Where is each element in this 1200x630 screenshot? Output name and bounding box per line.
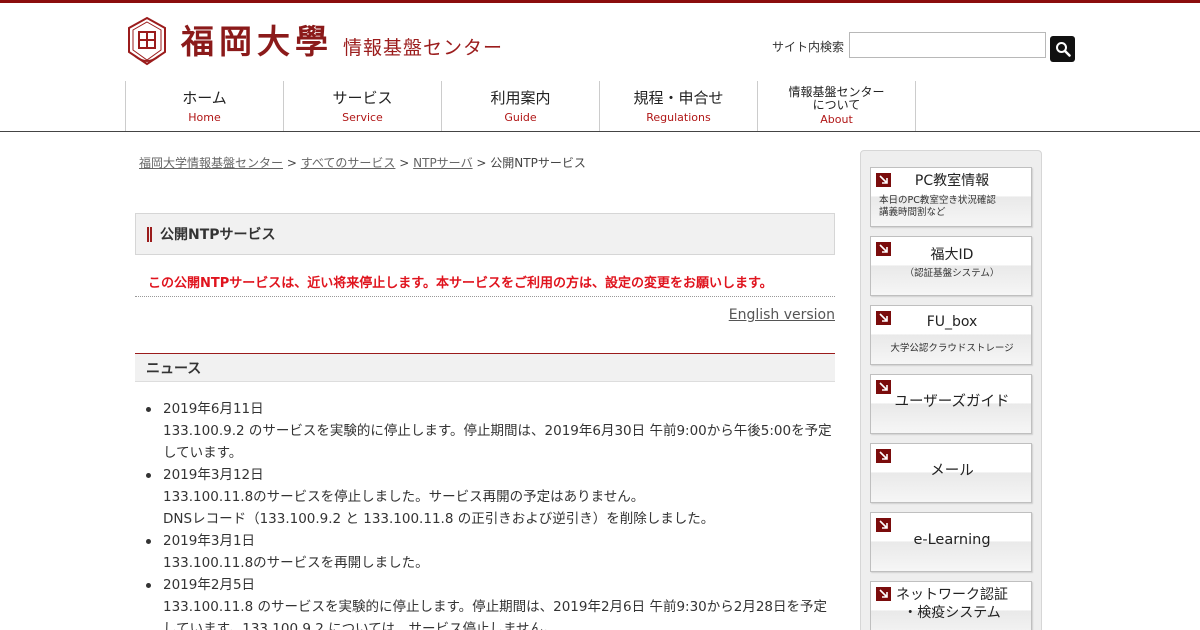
banner-title: ネットワーク認証 ・検疫システム <box>896 587 1008 621</box>
banner-title: PC教室情報 <box>914 173 990 189</box>
english-link-row: English version <box>135 307 835 323</box>
search-input[interactable] <box>849 32 1046 58</box>
main-content: 公開NTPサービス この公開NTPサービスは、近い将来停止します。本サービスをご… <box>135 213 835 630</box>
banner-subtitle: （認証基盤システム） <box>904 268 1000 279</box>
banner-fu-box[interactable]: FU_box 大学公認クラウドストレージ <box>870 305 1032 365</box>
news-item: 2019年3月12日 133.100.11.8のサービスを停止しました。サービス… <box>146 464 835 530</box>
breadcrumb-link-ntp[interactable]: NTPサーバ <box>413 156 472 170</box>
news-heading: ニュース <box>135 353 835 382</box>
banner-subtitle-line: 講義時間割など <box>879 207 946 219</box>
nav-regulations[interactable]: 規程・申合せ Regulations <box>600 81 758 131</box>
news-text: DNSレコード（133.100.9.2 と 133.100.11.8 の正引きお… <box>163 511 715 527</box>
breadcrumb-current: 公開NTPサービス <box>490 156 586 170</box>
site-logo[interactable]: 福岡大學 情報基盤センター <box>125 16 503 66</box>
nav-sublabel: Service <box>342 110 383 124</box>
arrow-down-right-icon <box>876 449 891 463</box>
news-item: 2019年6月11日 133.100.9.2 のサービスを実験的に停止します。停… <box>146 398 835 464</box>
banner-subtitle-line: 本日のPC教室空き状況確認 <box>879 195 996 206</box>
breadcrumb-separator: > <box>399 156 410 170</box>
arrow-down-right-icon <box>876 518 891 532</box>
banner-title: 福大ID <box>930 247 974 263</box>
breadcrumb-link-services[interactable]: すべてのサービス <box>301 156 396 170</box>
banner-mail[interactable]: メール <box>870 443 1032 503</box>
banner-e-learning[interactable]: e-Learning <box>870 512 1032 572</box>
news-list: 2019年6月11日 133.100.9.2 のサービスを実験的に停止します。停… <box>135 398 835 630</box>
news-date: 2019年3月1日 <box>163 533 256 549</box>
nav-label: ホーム <box>182 88 227 107</box>
page-title-box: 公開NTPサービス <box>135 213 835 255</box>
nav-label: サービス <box>332 88 393 107</box>
news-item: 2019年2月5日 133.100.11.8 のサービスを実験的に停止します。停… <box>146 574 835 630</box>
site-header: 福岡大學 情報基盤センター サイト内検索 ホーム Home サービス Servi… <box>0 3 1200 132</box>
search-label: サイト内検索 <box>772 40 845 54</box>
nav-sublabel: About <box>820 112 853 126</box>
magnifier-icon <box>1055 42 1071 57</box>
banner-users-guide[interactable]: ユーザーズガイド <box>870 374 1032 434</box>
news-text: 133.100.11.8のサービスを停止しました。サービス再開の予定はありません… <box>163 489 645 505</box>
banner-title: ユーザーズガイド <box>894 394 1010 410</box>
banner-title: e-Learning <box>913 532 991 548</box>
banner-fukudai-id[interactable]: 福大ID （認証基盤システム） <box>870 236 1032 296</box>
news-text: 133.100.9.2 のサービスを実験的に停止します。停止期間は、2019年6… <box>163 423 832 439</box>
news-text: 133.100.11.8 のサービスを実験的に停止します。停止期間は、2019年… <box>163 599 828 615</box>
banner-title: FU_box <box>926 314 978 330</box>
nav-about[interactable]: 情報基盤センター について About <box>758 81 916 131</box>
main-nav: ホーム Home サービス Service 利用案内 Guide 規程・申合せ … <box>125 81 916 131</box>
news-date: 2019年6月11日 <box>163 401 264 417</box>
nav-sublabel: Regulations <box>646 110 711 124</box>
banner-title: メール <box>930 463 974 479</box>
nav-label: 規程・申合せ <box>633 88 724 107</box>
breadcrumb-link-home[interactable]: 福岡大学情報基盤センター <box>139 156 283 170</box>
nav-home[interactable]: ホーム Home <box>126 81 284 131</box>
page-title: 公開NTPサービス <box>160 227 276 243</box>
search-button[interactable] <box>1050 36 1075 62</box>
news-text: しています。 <box>163 445 243 461</box>
nav-sublabel: Home <box>188 110 221 124</box>
english-version-link[interactable]: English version <box>729 307 835 323</box>
news-text: しています。133.100.9.2 については、サービス停止しません。 <box>163 621 557 630</box>
banner-subtitle: 大学公認クラウドストレージ <box>890 343 1014 354</box>
arrow-down-right-icon <box>876 380 891 394</box>
nav-guide[interactable]: 利用案内 Guide <box>442 81 600 131</box>
breadcrumb: 福岡大学情報基盤センター > すべてのサービス > NTPサーバ > 公開NTP… <box>139 154 586 171</box>
news-date: 2019年3月12日 <box>163 467 264 483</box>
news-item: 2019年3月1日 133.100.11.8のサービスを再開しました。 <box>146 530 835 574</box>
nav-sublabel: Guide <box>504 110 537 124</box>
center-name: 情報基盤センター <box>343 36 504 59</box>
nav-service[interactable]: サービス Service <box>284 81 442 131</box>
nav-label: 情報基盤センター について <box>788 85 885 112</box>
deprecation-notice: この公開NTPサービスは、近い将来停止します。本サービスをご利用の方は、設定の変… <box>135 272 835 297</box>
banner-subtitle: 本日のPC教室空き状況確認 講義時間割など <box>879 195 996 220</box>
university-seal-icon <box>128 16 166 66</box>
news-date: 2019年2月5日 <box>163 577 256 593</box>
sidebar: PC教室情報 本日のPC教室空き状況確認 講義時間割など 福大ID （認証基盤シ… <box>860 150 1042 630</box>
news-text: 133.100.11.8のサービスを再開しました。 <box>163 555 429 571</box>
banner-network-auth[interactable]: ネットワーク認証 ・検疫システム <box>870 581 1032 630</box>
nav-label: 利用案内 <box>490 88 551 107</box>
banner-pc-room[interactable]: PC教室情報 本日のPC教室空き状況確認 講義時間割など <box>870 167 1032 227</box>
breadcrumb-separator: > <box>286 156 297 170</box>
breadcrumb-separator: > <box>476 156 487 170</box>
title-marker-icon <box>147 226 152 242</box>
university-name: 福岡大學 <box>181 21 333 61</box>
